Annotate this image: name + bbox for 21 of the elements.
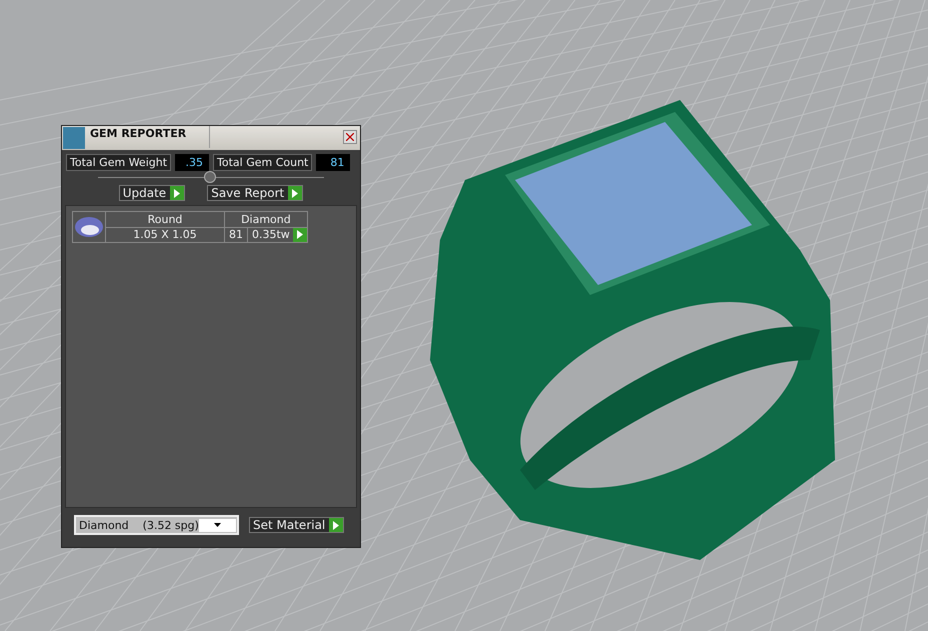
play-icon[interactable] (329, 518, 344, 532)
set-material-button[interactable]: Set Material (249, 517, 344, 533)
gem-count: 81 (224, 227, 248, 242)
total-count-label: Total Gem Count (213, 154, 312, 171)
gem-material: Diamond (224, 212, 308, 227)
play-icon[interactable] (288, 186, 302, 200)
splitter-handle[interactable] (204, 170, 216, 182)
gem-shape: Round (106, 212, 224, 227)
app-icon (63, 127, 85, 149)
action-button[interactable]: Save Report (207, 185, 304, 201)
gem-size: 1.05 X 1.05 (106, 227, 224, 242)
action-button[interactable]: Update (118, 185, 186, 201)
material-dropdown[interactable]: Diamond (3.52 spg) (74, 515, 239, 535)
total-weight-label: Total Gem Weight (66, 154, 172, 171)
total-count-value: 81 (316, 154, 350, 171)
gem-weight: 0.35tw (252, 228, 290, 242)
play-icon[interactable] (292, 228, 307, 242)
play-icon[interactable] (170, 186, 184, 200)
panel-title: GEM REPORTER (90, 126, 188, 140)
total-weight-value: .35 (175, 154, 210, 171)
close-button[interactable] (343, 130, 357, 144)
